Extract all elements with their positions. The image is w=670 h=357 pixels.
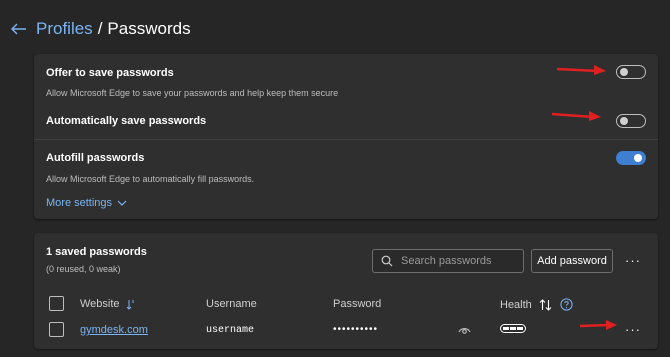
row-checkbox[interactable] — [49, 322, 64, 337]
question-icon[interactable] — [560, 298, 573, 311]
column-password: Password — [333, 298, 382, 310]
chevron-down-icon — [117, 200, 127, 206]
offer-save-description: Allow Microsoft Edge to save your passwo… — [46, 88, 339, 98]
search-input[interactable] — [401, 255, 516, 267]
toggle-knob — [620, 117, 628, 125]
select-all-checkbox[interactable] — [49, 296, 64, 311]
column-website[interactable]: Website — [80, 298, 136, 310]
sort-icon — [126, 299, 134, 310]
red-arrow-annotation — [579, 320, 617, 330]
breadcrumb: Profiles / Passwords — [36, 19, 191, 39]
red-arrow-annotation — [551, 111, 601, 121]
toggle-knob — [620, 68, 628, 76]
search-box[interactable] — [372, 249, 524, 273]
autofill-title: Autofill passwords — [46, 152, 145, 164]
search-icon — [381, 255, 393, 267]
offer-save-toggle[interactable] — [616, 65, 646, 79]
password-cell: •••••••••• — [333, 324, 379, 335]
page-title: Passwords — [107, 19, 191, 38]
username-cell: username — [206, 325, 255, 336]
website-link[interactable]: gymdesk.com — [80, 324, 148, 336]
auto-save-title: Automatically save passwords — [46, 115, 207, 127]
column-health-label: Health — [500, 298, 532, 311]
add-password-button[interactable]: Add password — [531, 249, 613, 273]
autofill-toggle[interactable] — [616, 151, 646, 165]
password-settings-card: Offer to save passwords Allow Microsoft … — [34, 54, 658, 219]
back-arrow-icon[interactable] — [8, 18, 30, 40]
saved-passwords-count: 1 saved passwords — [46, 246, 147, 258]
more-settings-link[interactable]: More settings — [46, 197, 127, 209]
row-more-actions-button[interactable]: ··· — [623, 322, 643, 338]
breadcrumb-profiles-link[interactable]: Profiles — [36, 19, 93, 39]
autofill-description: Allow Microsoft Edge to automatically fi… — [46, 174, 255, 184]
more-actions-button[interactable]: ··· — [623, 253, 643, 269]
column-health: Health — [500, 298, 573, 311]
red-arrow-annotation — [556, 65, 606, 75]
saved-passwords-summary: (0 reused, 0 weak) — [46, 264, 121, 274]
column-website-label: Website — [80, 298, 120, 310]
health-strength-icon — [500, 324, 526, 333]
column-username: Username — [206, 298, 257, 310]
toggle-knob — [634, 154, 642, 162]
sort-icon[interactable] — [539, 298, 552, 311]
divider — [34, 139, 658, 140]
saved-passwords-card: 1 saved passwords (0 reused, 0 weak) Add… — [34, 233, 658, 349]
eye-icon[interactable] — [458, 326, 471, 335]
page-header: Profiles / Passwords — [8, 16, 191, 42]
offer-save-title: Offer to save passwords — [46, 67, 174, 79]
more-settings-label: More settings — [46, 197, 113, 209]
auto-save-toggle[interactable] — [616, 114, 646, 128]
breadcrumb-separator: / — [97, 19, 103, 38]
